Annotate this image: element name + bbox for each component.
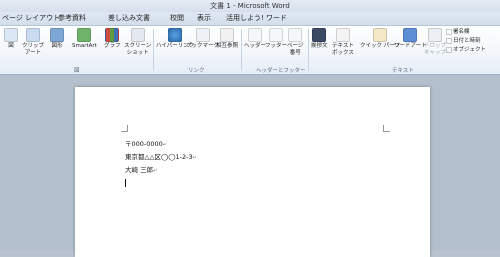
window-title: 文書 1 - Microsoft Word: [210, 2, 290, 10]
greeting-button[interactable]: 挨拶文: [311, 28, 328, 50]
calendar-icon: [446, 37, 452, 44]
tab-review[interactable]: 校閲: [170, 12, 184, 25]
recipient-name[interactable]: 大崎 三郎↵: [125, 165, 157, 176]
shapes-button[interactable]: 図形: [50, 28, 64, 50]
clipart-button[interactable]: クリップ アート: [22, 28, 44, 57]
ribbon-tabs: ページ レイアウト 参考資料 差し込み文書 校閲 表示 活用しよう! ワード: [0, 12, 500, 25]
page-number-icon: [288, 28, 303, 42]
crossref-button[interactable]: 相互参照: [216, 28, 238, 50]
object-button[interactable]: オブジェクト: [446, 46, 486, 54]
screenshot-button[interactable]: スクリーン ショット: [124, 28, 151, 57]
text-cursor: [125, 179, 126, 187]
address-line[interactable]: 東京都△△区◯◯1-2-3↵: [125, 152, 197, 163]
signature-icon: [446, 28, 452, 35]
footer-icon: [269, 28, 283, 42]
group-label-text: テキスト: [392, 68, 414, 74]
signature-line-button[interactable]: 署名欄: [446, 28, 470, 36]
smartart-icon: [77, 28, 92, 42]
tab-page-layout[interactable]: ページ レイアウト: [2, 12, 60, 25]
chart-icon: [105, 28, 120, 42]
picture-button[interactable]: 図: [4, 28, 18, 50]
header-icon: [248, 28, 262, 42]
chart-button[interactable]: グラフ: [104, 28, 121, 50]
dropcap-button[interactable]: ドロップ キャップ: [424, 28, 446, 57]
dropcap-icon: [428, 28, 442, 42]
textbox-icon: [335, 28, 350, 42]
tab-mailings[interactable]: 差し込み文書: [108, 12, 150, 25]
page-number-button[interactable]: ページ 番号: [287, 28, 303, 57]
tab-custom[interactable]: 活用しよう! ワード: [226, 12, 287, 25]
document-area[interactable]: 〒000-0000↵ 東京都△△区◯◯1-2-3↵ 大崎 三郎↵: [0, 75, 500, 257]
tab-view[interactable]: 表示: [197, 12, 211, 25]
smartart-button[interactable]: SmartArt: [72, 28, 97, 50]
title-bar: 文書 1 - Microsoft Word: [0, 0, 500, 12]
picture-icon: [4, 28, 18, 42]
group-label-illustrations: 図: [74, 68, 80, 74]
group-separator: [241, 29, 242, 71]
tab-references[interactable]: 参考資料: [58, 12, 86, 25]
crossref-icon: [220, 28, 234, 42]
hyperlink-icon: [168, 28, 183, 42]
screenshot-icon: [130, 28, 145, 42]
margin-corner-top-left: [121, 125, 128, 132]
group-separator: [308, 29, 309, 71]
bookmark-button[interactable]: ブックマーク: [186, 28, 219, 50]
textbox-button[interactable]: テキスト ボックス: [332, 28, 354, 57]
address-postal-code[interactable]: 〒000-0000↵: [125, 139, 167, 150]
bookmark-icon: [195, 28, 210, 42]
margin-corner-top-right: [383, 125, 390, 132]
document-page[interactable]: 〒000-0000↵ 東京都△△区◯◯1-2-3↵ 大崎 三郎↵: [75, 87, 430, 257]
group-label-links: リンク: [188, 68, 205, 74]
ribbon: 図 クリップ アート 図形 SmartArt グラフ スクリーン ショット 図 …: [0, 25, 500, 75]
footer-button[interactable]: フッター: [265, 28, 287, 50]
quick-parts-icon: [373, 28, 388, 42]
greeting-icon: [312, 28, 327, 42]
group-label-header-footer: ヘッダーとフッター: [256, 68, 306, 74]
clipart-icon: [26, 28, 40, 42]
wordart-button[interactable]: ワードアート: [394, 28, 427, 50]
header-button[interactable]: ヘッダー: [244, 28, 266, 50]
shapes-icon: [50, 28, 64, 42]
object-icon: [446, 46, 452, 53]
group-separator: [153, 29, 154, 71]
wordart-icon: [403, 28, 418, 42]
date-time-button[interactable]: 日付と時刻: [446, 37, 481, 45]
